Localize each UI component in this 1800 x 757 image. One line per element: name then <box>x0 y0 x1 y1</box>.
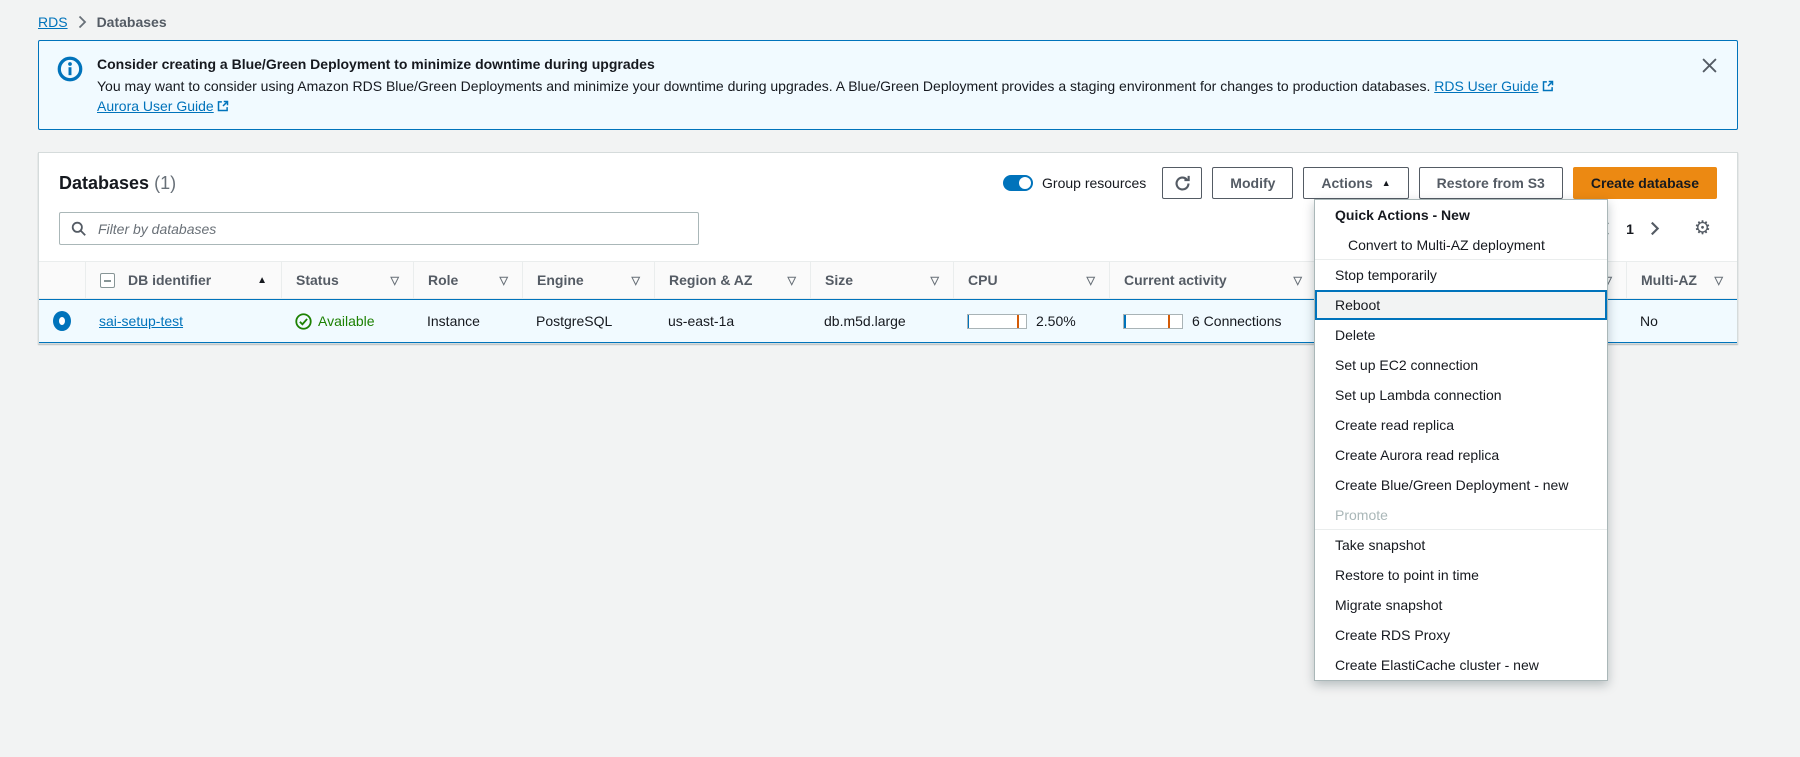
column-header-region-az[interactable]: Region & AZ▽ <box>654 262 810 298</box>
modify-button[interactable]: Modify <box>1212 167 1293 199</box>
banner-body: You may want to consider using Amazon RD… <box>97 76 1668 116</box>
create-database-button[interactable]: Create database <box>1573 167 1717 199</box>
filter-icon: ▽ <box>931 274 939 287</box>
caret-up-icon: ▲ <box>1382 178 1391 188</box>
menu-item-take-snapshot[interactable]: Take snapshot <box>1315 530 1607 560</box>
aurora-user-guide-link[interactable]: Aurora User Guide <box>97 98 229 114</box>
close-icon[interactable] <box>1698 54 1721 77</box>
menu-item-setup-ec2-connection[interactable]: Set up EC2 connection <box>1315 350 1607 380</box>
column-header-engine[interactable]: Engine▽ <box>522 262 654 298</box>
menu-item-promote: Promote <box>1315 500 1607 530</box>
info-icon <box>57 56 83 82</box>
panel-header: Databases (1) Group resources Modify Act… <box>39 153 1737 199</box>
external-link-icon <box>217 100 229 112</box>
menu-item-create-aurora-read-replica[interactable]: Create Aurora read replica <box>1315 440 1607 470</box>
column-header-status[interactable]: Status▽ <box>281 262 413 298</box>
current-activity-value: 6 Connections <box>1192 313 1282 329</box>
activity-bar <box>1123 314 1183 329</box>
filter-icon: ▽ <box>1294 274 1302 287</box>
menu-item-reboot[interactable]: Reboot <box>1315 290 1607 320</box>
filter-icon: ▽ <box>1715 274 1723 287</box>
column-header-cpu[interactable]: CPU▽ <box>953 262 1109 298</box>
refresh-button[interactable] <box>1162 167 1202 199</box>
engine-value: PostgreSQL <box>536 313 612 329</box>
breadcrumb: RDS Databases <box>0 0 1800 40</box>
cpu-bar <box>967 314 1027 329</box>
filter-icon: ▽ <box>391 274 399 287</box>
filter-icon: ▽ <box>788 274 796 287</box>
external-link-icon <box>1542 80 1554 92</box>
cpu-value: 2.50% <box>1036 313 1076 329</box>
size-value: db.m5d.large <box>824 313 906 329</box>
group-resources-label: Group resources <box>1042 175 1146 191</box>
status-badge: Available <box>295 313 375 330</box>
search-icon <box>71 221 87 237</box>
header-selection-cell <box>39 262 85 298</box>
breadcrumb-current: Databases <box>97 14 167 30</box>
menu-item-restore-to-point-in-time[interactable]: Restore to point in time <box>1315 560 1607 590</box>
row-radio-selected[interactable] <box>53 311 71 331</box>
toggle-on-icon[interactable] <box>1003 175 1033 191</box>
menu-item-setup-lambda-connection[interactable]: Set up Lambda connection <box>1315 380 1607 410</box>
actions-button[interactable]: Actions▲ <box>1303 167 1408 199</box>
rds-user-guide-link[interactable]: RDS User Guide <box>1434 78 1553 94</box>
next-page-button[interactable] <box>1646 217 1664 240</box>
gear-icon[interactable]: ⚙ <box>1688 218 1717 239</box>
restore-from-s3-button[interactable]: Restore from S3 <box>1419 167 1563 199</box>
region-az-value: us-east-1a <box>668 313 734 329</box>
filter-input[interactable] <box>96 220 687 238</box>
collapse-all-checkbox-icon[interactable] <box>100 273 115 288</box>
db-identifier-link[interactable]: sai-setup-test <box>99 313 183 329</box>
menu-item-create-elasticache-cluster[interactable]: Create ElastiCache cluster - new <box>1315 650 1607 680</box>
column-header-current-activity[interactable]: Current activity▽ <box>1109 262 1316 298</box>
column-header-db-identifier[interactable]: DB identifier ▲ <box>85 262 281 298</box>
filter-icon: ▽ <box>632 274 640 287</box>
pagination: 1 ⚙ <box>1596 217 1717 240</box>
current-page[interactable]: 1 <box>1624 221 1636 237</box>
column-header-multi-az[interactable]: Multi-AZ▽ <box>1626 262 1737 298</box>
banner-title: Consider creating a Blue/Green Deploymen… <box>97 54 1668 74</box>
rds-databases-page: { "breadcrumb": { "items": [ { "label": … <box>0 0 1800 757</box>
toolbar: Group resources Modify Actions▲ Restore … <box>1003 167 1717 199</box>
sort-asc-icon: ▲ <box>257 275 267 286</box>
column-header-role[interactable]: Role▽ <box>413 262 522 298</box>
result-count: (1) <box>154 173 176 193</box>
multi-az-value: No <box>1640 313 1658 329</box>
actions-menu: Quick Actions - New Convert to Multi-AZ … <box>1314 199 1608 681</box>
menu-item-convert-multi-az[interactable]: Convert to Multi-AZ deployment <box>1315 230 1607 260</box>
menu-item-delete[interactable]: Delete <box>1315 320 1607 350</box>
search-box[interactable] <box>59 212 699 245</box>
page-title: Databases (1) <box>59 173 176 194</box>
column-header-size[interactable]: Size▽ <box>810 262 953 298</box>
filter-icon: ▽ <box>1087 274 1095 287</box>
menu-item-migrate-snapshot[interactable]: Migrate snapshot <box>1315 590 1607 620</box>
info-banner: Consider creating a Blue/Green Deploymen… <box>38 40 1738 130</box>
chevron-right-icon <box>78 15 87 29</box>
refresh-icon <box>1174 175 1191 192</box>
menu-header-quick-actions: Quick Actions - New <box>1315 200 1607 230</box>
menu-item-create-read-replica[interactable]: Create read replica <box>1315 410 1607 440</box>
menu-item-stop-temporarily[interactable]: Stop temporarily <box>1315 260 1607 290</box>
menu-item-create-blue-green-deployment[interactable]: Create Blue/Green Deployment - new <box>1315 470 1607 500</box>
menu-item-create-rds-proxy[interactable]: Create RDS Proxy <box>1315 620 1607 650</box>
breadcrumb-link-rds[interactable]: RDS <box>38 14 68 30</box>
role-value: Instance <box>427 313 480 329</box>
group-resources-toggle[interactable]: Group resources <box>1003 175 1146 191</box>
filter-icon: ▽ <box>500 274 508 287</box>
check-circle-icon <box>295 313 312 330</box>
banner-body-text: You may want to consider using Amazon RD… <box>97 78 1430 94</box>
